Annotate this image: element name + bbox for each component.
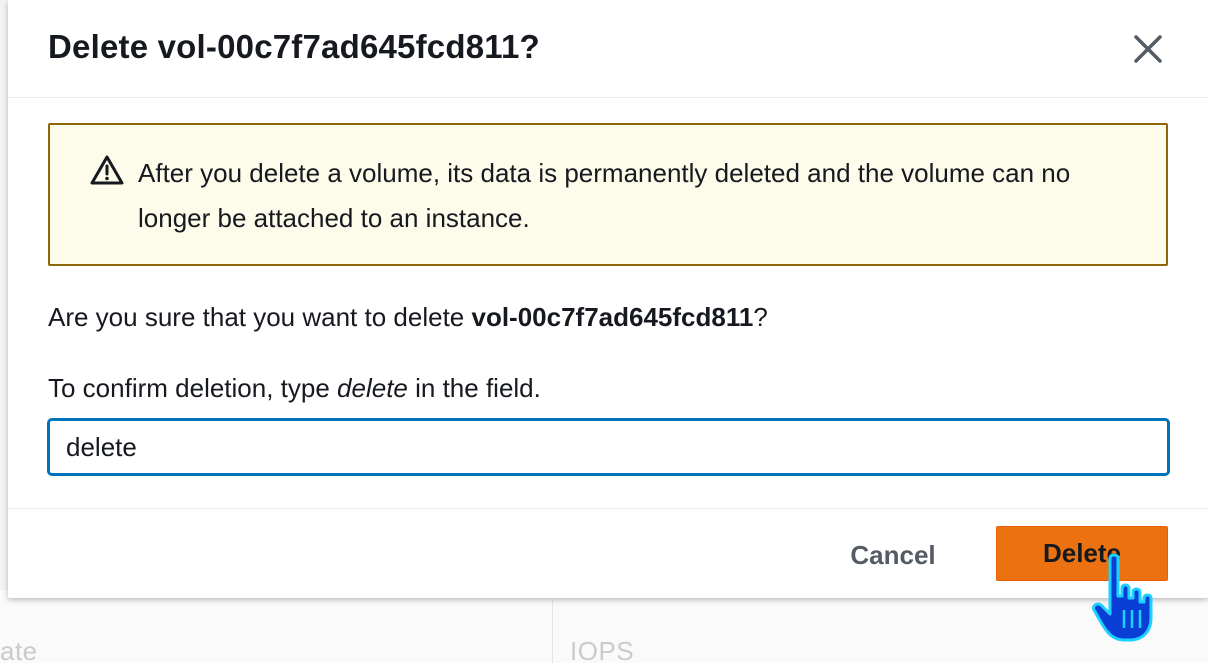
- instruction-suffix: in the field.: [407, 373, 541, 403]
- close-icon: [1134, 35, 1162, 63]
- confirm-question: Are you sure that you want to delete vol…: [48, 302, 768, 333]
- background-column-label: ate: [0, 636, 38, 663]
- delete-volume-modal: Delete vol-00c7f7ad645fcd811? After you …: [8, 0, 1208, 598]
- background-divider: [552, 600, 553, 663]
- modal-footer: Cancel Delete: [8, 508, 1208, 598]
- close-button[interactable]: [1132, 33, 1164, 65]
- warning-alert: After you delete a volume, its data is p…: [48, 123, 1168, 266]
- instruction-keyword: delete: [337, 373, 408, 403]
- background-column-label-iops: IOPS: [570, 636, 635, 663]
- question-prefix: Are you sure that you want to delete: [48, 302, 472, 332]
- alert-message: After you delete a volume, its data is p…: [138, 158, 1071, 233]
- question-suffix: ?: [753, 302, 768, 332]
- warning-icon: [90, 155, 124, 185]
- instruction-prefix: To confirm deletion, type: [48, 373, 338, 403]
- delete-button[interactable]: Delete: [996, 526, 1168, 581]
- cancel-button[interactable]: Cancel: [828, 531, 958, 579]
- question-volume-id: vol-00c7f7ad645fcd811: [471, 302, 754, 332]
- modal-title: Delete vol-00c7f7ad645fcd811?: [48, 28, 540, 65]
- modal-header: Delete vol-00c7f7ad645fcd811?: [8, 0, 1208, 98]
- confirm-delete-input[interactable]: [48, 419, 1169, 475]
- confirm-instruction: To confirm deletion, type delete in the …: [48, 373, 541, 404]
